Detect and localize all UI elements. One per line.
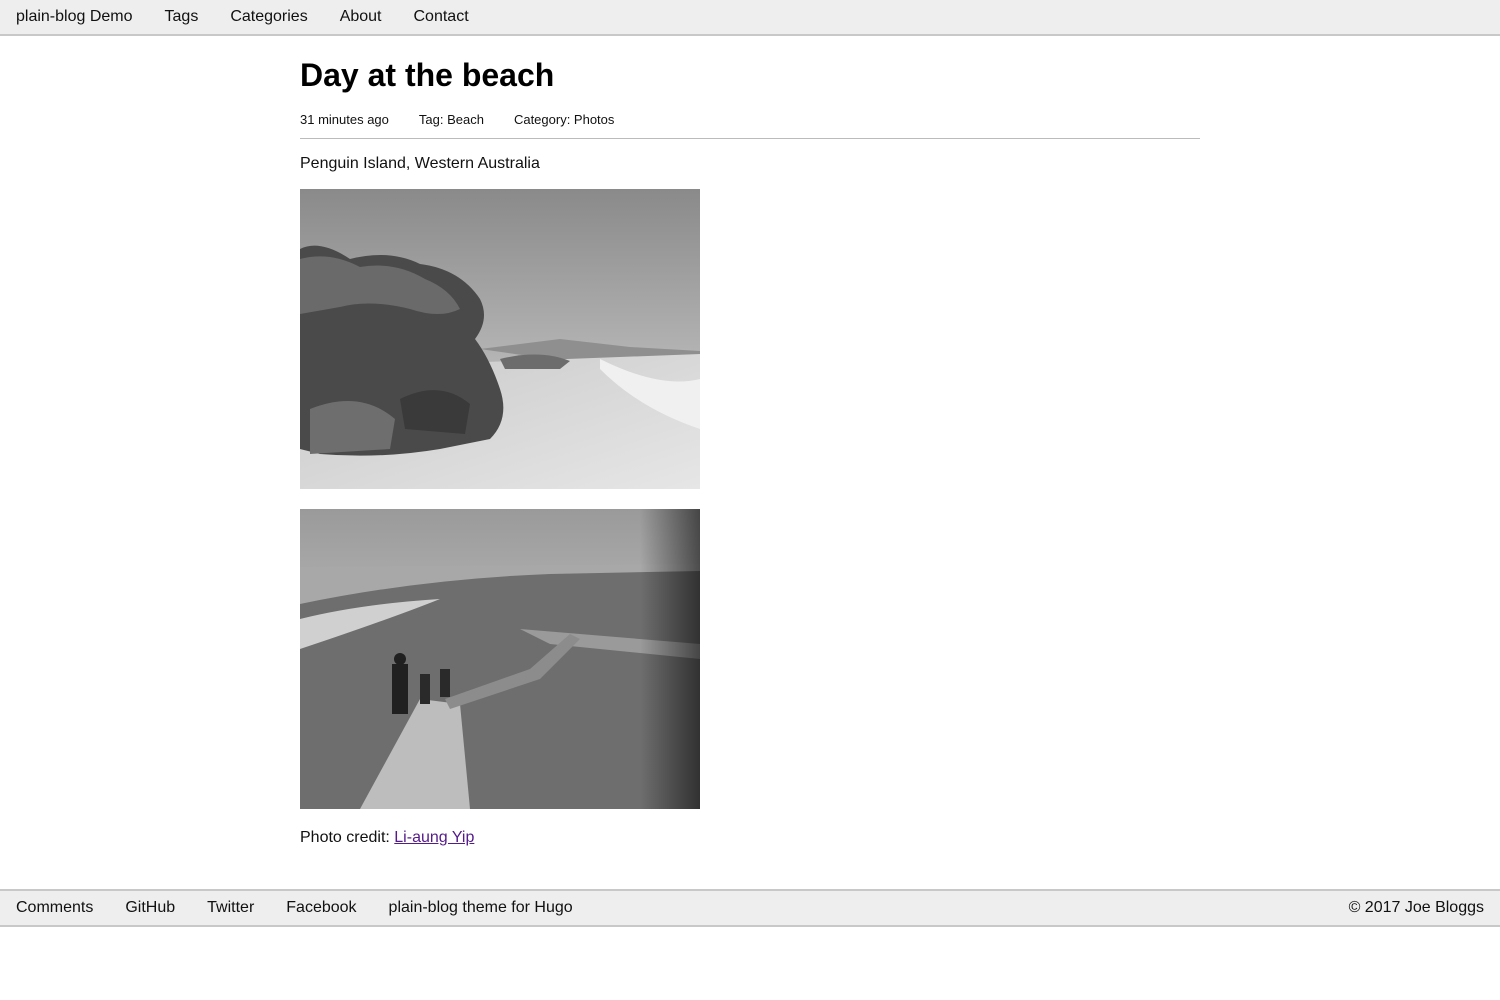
post-title: Day at the beach (300, 57, 555, 93)
post-meta: 31 minutes ago Tag: Beach Category: Phot… (300, 108, 1200, 139)
article: Day at the beach 31 minutes ago Tag: Bea… (300, 56, 1200, 847)
nav-home-link[interactable]: plain-blog Demo (16, 1, 133, 33)
footer-github-link[interactable]: GitHub (125, 899, 175, 917)
footer: Comments GitHub Twitter Facebook plain-b… (0, 889, 1500, 927)
footer-twitter-link[interactable]: Twitter (207, 899, 254, 917)
post-time: 31 minutes ago (300, 111, 389, 127)
nav-tags-link[interactable]: Tags (165, 1, 199, 33)
post-category-link[interactable]: Category: Photos (514, 112, 614, 127)
footer-copyright: © 2017 Joe Bloggs (1348, 899, 1484, 916)
footer-comments-link[interactable]: Comments (16, 899, 93, 917)
coastal-stairs-photo (300, 509, 700, 809)
top-navigation: plain-blog Demo Tags Categories About Co… (0, 0, 1500, 36)
photo-credit-prefix: Photo credit: (300, 829, 395, 846)
footer-theme-link[interactable]: plain-blog theme for Hugo (389, 899, 573, 917)
nav-about-link[interactable]: About (340, 1, 382, 33)
photo-credit-link[interactable]: Li-aung Yip (394, 829, 474, 846)
nav-contact-link[interactable]: Contact (414, 1, 469, 33)
nav-categories-link[interactable]: Categories (230, 1, 307, 33)
post-tag-link[interactable]: Tag: Beach (419, 112, 484, 127)
post-subtitle: Penguin Island, Western Australia (300, 155, 540, 172)
footer-facebook-link[interactable]: Facebook (286, 899, 356, 917)
photo-credit: Photo credit: Li-aung Yip (300, 829, 1200, 847)
beach-rocks-photo (300, 189, 700, 489)
